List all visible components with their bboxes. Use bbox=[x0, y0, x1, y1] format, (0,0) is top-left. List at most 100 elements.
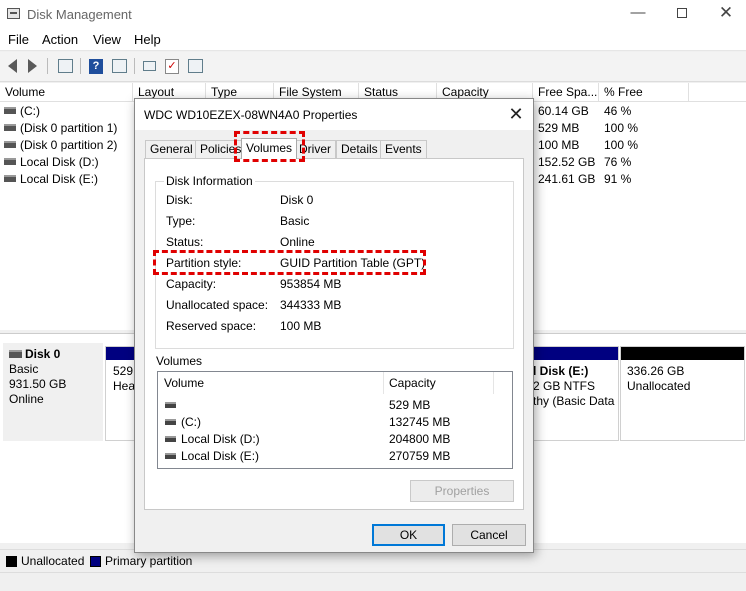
partition-status: Hea bbox=[113, 379, 136, 393]
info-label: Unallocated space: bbox=[166, 298, 269, 312]
drive-icon bbox=[4, 107, 16, 114]
primary-partition-bar bbox=[106, 347, 136, 360]
volume-name: (Disk 0 partition 2) bbox=[20, 138, 118, 152]
maximize-icon bbox=[677, 8, 687, 18]
volume-list-item[interactable]: Local Disk (D:) 204800 MB bbox=[158, 431, 508, 448]
info-label: Capacity: bbox=[166, 277, 217, 291]
export-icon[interactable] bbox=[186, 57, 204, 75]
dialog-title-bar: WDC WD10EZEX-08WN4A0 Properties ✕ bbox=[135, 99, 533, 130]
back-icon[interactable] bbox=[4, 57, 20, 75]
disk-type: Basic bbox=[9, 362, 39, 376]
tab-volumes[interactable]: Volumes bbox=[241, 138, 298, 159]
volumes-column-capacity[interactable]: Capacity bbox=[384, 372, 494, 394]
properties-icon[interactable] bbox=[110, 57, 128, 75]
properties-dialog: WDC WD10EZEX-08WN4A0 Properties ✕ Genera… bbox=[134, 98, 534, 553]
info-label: Type: bbox=[166, 214, 196, 228]
volume-item-capacity: 204800 MB bbox=[389, 432, 451, 446]
forward-icon[interactable] bbox=[24, 57, 40, 75]
volume-item-name: (C:) bbox=[181, 415, 201, 429]
tab-general[interactable]: General bbox=[145, 140, 198, 158]
connect-icon[interactable] bbox=[141, 57, 157, 75]
unallocated-label: Unallocated bbox=[627, 379, 691, 393]
menu-bar: File Action View Help bbox=[0, 28, 746, 51]
volumes-column-volume[interactable]: Volume bbox=[158, 372, 384, 394]
volumes-list[interactable]: Volume Capacity 529 MB (C:) 132745 MB Lo… bbox=[157, 371, 513, 469]
help-icon[interactable]: ? bbox=[88, 57, 104, 75]
primary-partition-swatch bbox=[90, 556, 101, 567]
disk-information-title: Disk Information bbox=[164, 174, 255, 188]
drive-icon bbox=[165, 453, 176, 459]
menu-view[interactable]: View bbox=[93, 32, 121, 47]
title-bar: Disk Management — ✕ bbox=[0, 0, 746, 28]
info-capacity: Capacity: 953854 MB bbox=[166, 277, 486, 293]
info-label: Disk: bbox=[166, 193, 193, 207]
partition-size: 529 bbox=[113, 364, 134, 378]
disk-management-icon bbox=[7, 8, 20, 19]
cancel-button[interactable]: Cancel bbox=[452, 524, 526, 546]
primary-partition-bar bbox=[533, 347, 618, 360]
partition-unallocated[interactable]: 336.26 GB Unallocated bbox=[620, 346, 745, 441]
info-unallocated-space: Unallocated space: 344333 MB bbox=[166, 298, 486, 314]
volume-item-capacity: 270759 MB bbox=[389, 449, 451, 463]
info-value: 100 MB bbox=[280, 319, 322, 333]
volume-item-name: Local Disk (E:) bbox=[181, 449, 260, 463]
column-free-space[interactable]: Free Spa... bbox=[533, 83, 599, 102]
disk-0-label[interactable]: Disk 0 Basic 931.50 GB Online bbox=[3, 343, 103, 441]
column-percent-free[interactable]: % Free bbox=[599, 83, 689, 102]
volume-name: Local Disk (E:) bbox=[20, 172, 99, 186]
info-label: Status: bbox=[166, 235, 204, 249]
info-type: Type: Basic bbox=[166, 214, 486, 230]
partition-recovery[interactable]: 529 Hea bbox=[105, 346, 137, 441]
dialog-close-button[interactable]: ✕ bbox=[503, 103, 529, 125]
drive-icon bbox=[4, 175, 16, 182]
volume-item-name: Local Disk (D:) bbox=[181, 432, 260, 446]
maximize-button[interactable] bbox=[662, 3, 702, 25]
volume-list-item[interactable]: (C:) 132745 MB bbox=[158, 414, 508, 431]
volume-list-item[interactable]: 529 MB bbox=[158, 397, 508, 414]
menu-help[interactable]: Help bbox=[134, 32, 161, 47]
menu-file[interactable]: File bbox=[8, 32, 29, 47]
volume-free: 529 MB bbox=[538, 121, 580, 135]
menu-action[interactable]: Action bbox=[42, 32, 78, 47]
volumes-tab-panel: Disk Information Disk: Disk 0 Type: Basi… bbox=[144, 158, 524, 510]
ok-button[interactable]: OK bbox=[372, 524, 445, 546]
tab-policies[interactable]: Policies bbox=[195, 140, 247, 158]
unallocated-swatch bbox=[6, 556, 17, 567]
volume-name: Local Disk (D:) bbox=[20, 155, 99, 169]
toolbar-separator bbox=[80, 58, 81, 74]
info-reserved-space: Reserved space: 100 MB bbox=[166, 319, 486, 335]
volume-percent-free: 46 % bbox=[604, 104, 632, 118]
window-title: Disk Management bbox=[27, 7, 132, 22]
close-button[interactable]: ✕ bbox=[706, 3, 746, 25]
drive-icon bbox=[165, 419, 176, 425]
console-tree-icon[interactable] bbox=[56, 57, 74, 75]
tab-details[interactable]: Details bbox=[336, 140, 383, 158]
volume-free: 60.14 GB bbox=[538, 104, 589, 118]
check-icon[interactable]: ✓ bbox=[164, 57, 180, 75]
tab-driver[interactable]: Driver bbox=[294, 140, 336, 158]
partition-local-disk-e[interactable]: l Disk (E:) 2 GB NTFS thy (Basic Data bbox=[533, 346, 619, 441]
info-value: 344333 MB bbox=[280, 298, 342, 312]
legend-primary-partition: Primary partition bbox=[105, 554, 193, 568]
info-label: Reserved space: bbox=[166, 319, 257, 333]
info-value: Basic bbox=[280, 214, 310, 228]
drive-icon bbox=[4, 141, 16, 148]
properties-button[interactable]: Properties bbox=[410, 480, 514, 502]
volume-list-item[interactable]: Local Disk (E:) 270759 MB bbox=[158, 448, 508, 465]
unallocated-bar bbox=[621, 347, 744, 360]
column-volume[interactable]: Volume bbox=[0, 83, 133, 102]
minimize-button[interactable]: — bbox=[618, 3, 658, 25]
info-label: Partition style: bbox=[166, 256, 242, 270]
legend-unallocated: Unallocated bbox=[21, 554, 85, 568]
toolbar: ? ✓ bbox=[0, 52, 746, 82]
info-status: Status: Online bbox=[166, 235, 486, 251]
info-value: GUID Partition Table (GPT) bbox=[280, 256, 426, 270]
disk-icon bbox=[9, 350, 22, 358]
volume-free: 152.52 GB bbox=[538, 155, 596, 169]
unallocated-size: 336.26 GB bbox=[627, 364, 685, 378]
volume-percent-free: 91 % bbox=[604, 172, 632, 186]
tab-events[interactable]: Events bbox=[380, 140, 427, 158]
info-value: 953854 MB bbox=[280, 277, 342, 291]
volume-percent-free: 100 % bbox=[604, 138, 639, 152]
volume-name: (Disk 0 partition 1) bbox=[20, 121, 118, 135]
